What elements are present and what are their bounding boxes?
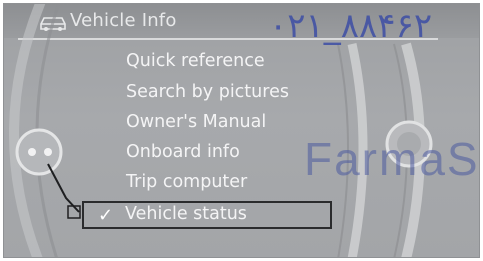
menu-item-vehicle-status[interactable]: ✓ Vehicle status: [82, 201, 332, 229]
menu-item-label: Vehicle status: [125, 204, 247, 224]
menu-item-trip-computer[interactable]: Trip computer: [126, 172, 247, 192]
idrive-screen: Vehicle Info ۰۲۱_۸۸۴۶۲ FarmaS Quick refe…: [3, 3, 480, 258]
checkmark-icon: ✓: [98, 205, 114, 226]
menu-item-onboard-info[interactable]: Onboard info: [126, 142, 240, 162]
menu-item-search-by-pictures[interactable]: Search by pictures: [126, 82, 289, 102]
menu-item-owners-manual[interactable]: Owner's Manual: [126, 112, 266, 132]
menu-item-quick-reference[interactable]: Quick reference: [126, 51, 265, 71]
watermark-phone: ۰۲۱_۸۸۴۶۲: [269, 6, 433, 46]
watermark-brand: FarmaS: [304, 133, 480, 185]
